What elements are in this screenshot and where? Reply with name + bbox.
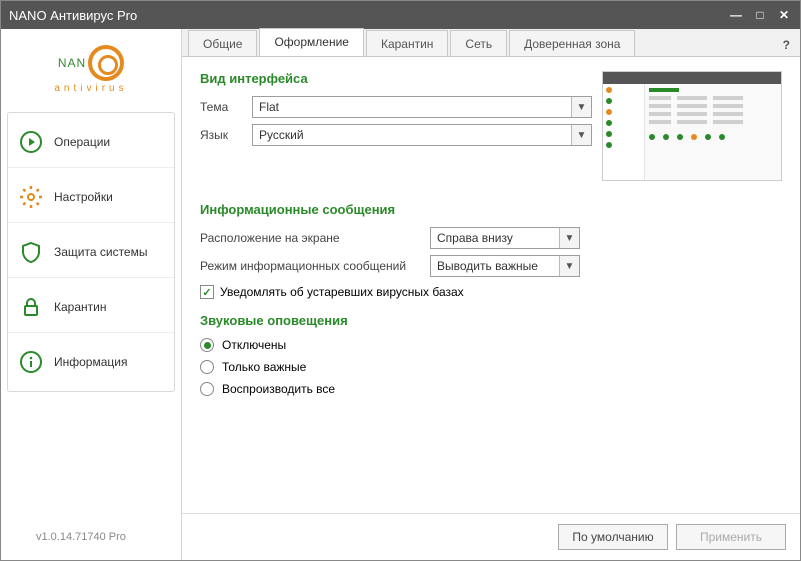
tab-appearance[interactable]: Оформление	[259, 28, 363, 56]
radio-label: Только важные	[222, 360, 306, 374]
info-icon	[18, 349, 44, 375]
apply-button[interactable]: Применить	[676, 524, 786, 550]
default-button[interactable]: По умолчанию	[558, 524, 668, 550]
version-label: v1.0.14.71740 Pro	[36, 531, 126, 543]
titlebar: NANO Антивирус Pro — □ ✕	[1, 1, 800, 29]
logo: NAN antivirus	[7, 37, 175, 108]
sidebar-item-label: Настройки	[54, 190, 113, 204]
sidebar: NAN antivirus Операции Настройки	[1, 29, 181, 560]
maximize-button[interactable]: □	[752, 8, 768, 22]
language-value: Русский	[259, 128, 304, 142]
notify-outdated-label: Уведомлять об устаревших вирусных базах	[220, 285, 464, 299]
sidebar-item-quarantine[interactable]: Карантин	[8, 282, 174, 333]
help-icon[interactable]: ?	[773, 34, 800, 56]
tab-general[interactable]: Общие	[188, 30, 257, 56]
position-dropdown[interactable]: Справа внизу ▼	[430, 227, 580, 249]
logo-subtitle: antivirus	[11, 83, 171, 94]
chevron-down-icon: ▼	[559, 228, 579, 248]
mode-value: Выводить важные	[437, 259, 538, 273]
section-messages-title: Информационные сообщения	[200, 202, 782, 217]
theme-value: Flat	[259, 100, 279, 114]
radio-icon	[200, 338, 214, 352]
app-window: NANO Антивирус Pro — □ ✕ NAN antivirus	[0, 0, 801, 561]
sidebar-item-operations[interactable]: Операции	[8, 117, 174, 168]
tab-bar: Общие Оформление Карантин Сеть Доверенна…	[182, 29, 800, 57]
radio-icon	[200, 360, 214, 374]
logo-text: NAN	[58, 56, 86, 70]
sound-radio-group: Отключены Только важные Воспроизводить в…	[200, 338, 782, 396]
sidebar-item-label: Операции	[54, 135, 110, 149]
mode-label: Режим информационных сообщений	[200, 259, 430, 273]
play-icon	[18, 129, 44, 155]
sound-option-disabled[interactable]: Отключены	[200, 338, 782, 352]
gear-icon	[18, 184, 44, 210]
checkbox-icon: ✓	[200, 285, 214, 299]
sidebar-item-protection[interactable]: Защита системы	[8, 227, 174, 278]
tab-trusted[interactable]: Доверенная зона	[509, 30, 635, 56]
chevron-down-icon: ▼	[571, 125, 591, 145]
section-sound-title: Звуковые оповещения	[200, 313, 782, 328]
notify-outdated-checkbox-row[interactable]: ✓ Уведомлять об устаревших вирусных база…	[200, 285, 782, 299]
position-label: Расположение на экране	[200, 231, 430, 245]
radio-label: Отключены	[222, 338, 286, 352]
sound-option-important[interactable]: Только важные	[200, 360, 782, 374]
chevron-down-icon: ▼	[571, 97, 591, 117]
close-button[interactable]: ✕	[776, 8, 792, 22]
sidebar-item-label: Информация	[54, 355, 127, 369]
logo-swirl-icon	[88, 45, 124, 81]
sidebar-item-label: Карантин	[54, 300, 106, 314]
chevron-down-icon: ▼	[559, 256, 579, 276]
tab-quarantine[interactable]: Карантин	[366, 30, 448, 56]
theme-preview	[602, 71, 782, 181]
window-controls: — □ ✕	[728, 8, 792, 22]
main-area: Общие Оформление Карантин Сеть Доверенна…	[181, 29, 800, 560]
footer: По умолчанию Применить	[182, 513, 800, 560]
position-value: Справа внизу	[437, 231, 513, 245]
language-label: Язык	[200, 128, 252, 142]
sidebar-nav: Операции Настройки Защита системы	[7, 112, 175, 392]
sidebar-item-settings[interactable]: Настройки	[8, 172, 174, 223]
mode-dropdown[interactable]: Выводить важные ▼	[430, 255, 580, 277]
theme-dropdown[interactable]: Flat ▼	[252, 96, 592, 118]
tab-content: Вид интерфейса Тема Flat ▼ Язык Русский …	[182, 57, 800, 513]
sidebar-item-label: Защита системы	[54, 245, 147, 259]
radio-icon	[200, 382, 214, 396]
radio-label: Воспроизводить все	[222, 382, 335, 396]
shield-icon	[18, 239, 44, 265]
sound-option-all[interactable]: Воспроизводить все	[200, 382, 782, 396]
lock-icon	[18, 294, 44, 320]
sidebar-item-information[interactable]: Информация	[8, 337, 174, 387]
tab-network[interactable]: Сеть	[450, 30, 507, 56]
theme-label: Тема	[200, 100, 252, 114]
language-dropdown[interactable]: Русский ▼	[252, 124, 592, 146]
window-title: NANO Антивирус Pro	[9, 8, 728, 23]
minimize-button[interactable]: —	[728, 8, 744, 22]
